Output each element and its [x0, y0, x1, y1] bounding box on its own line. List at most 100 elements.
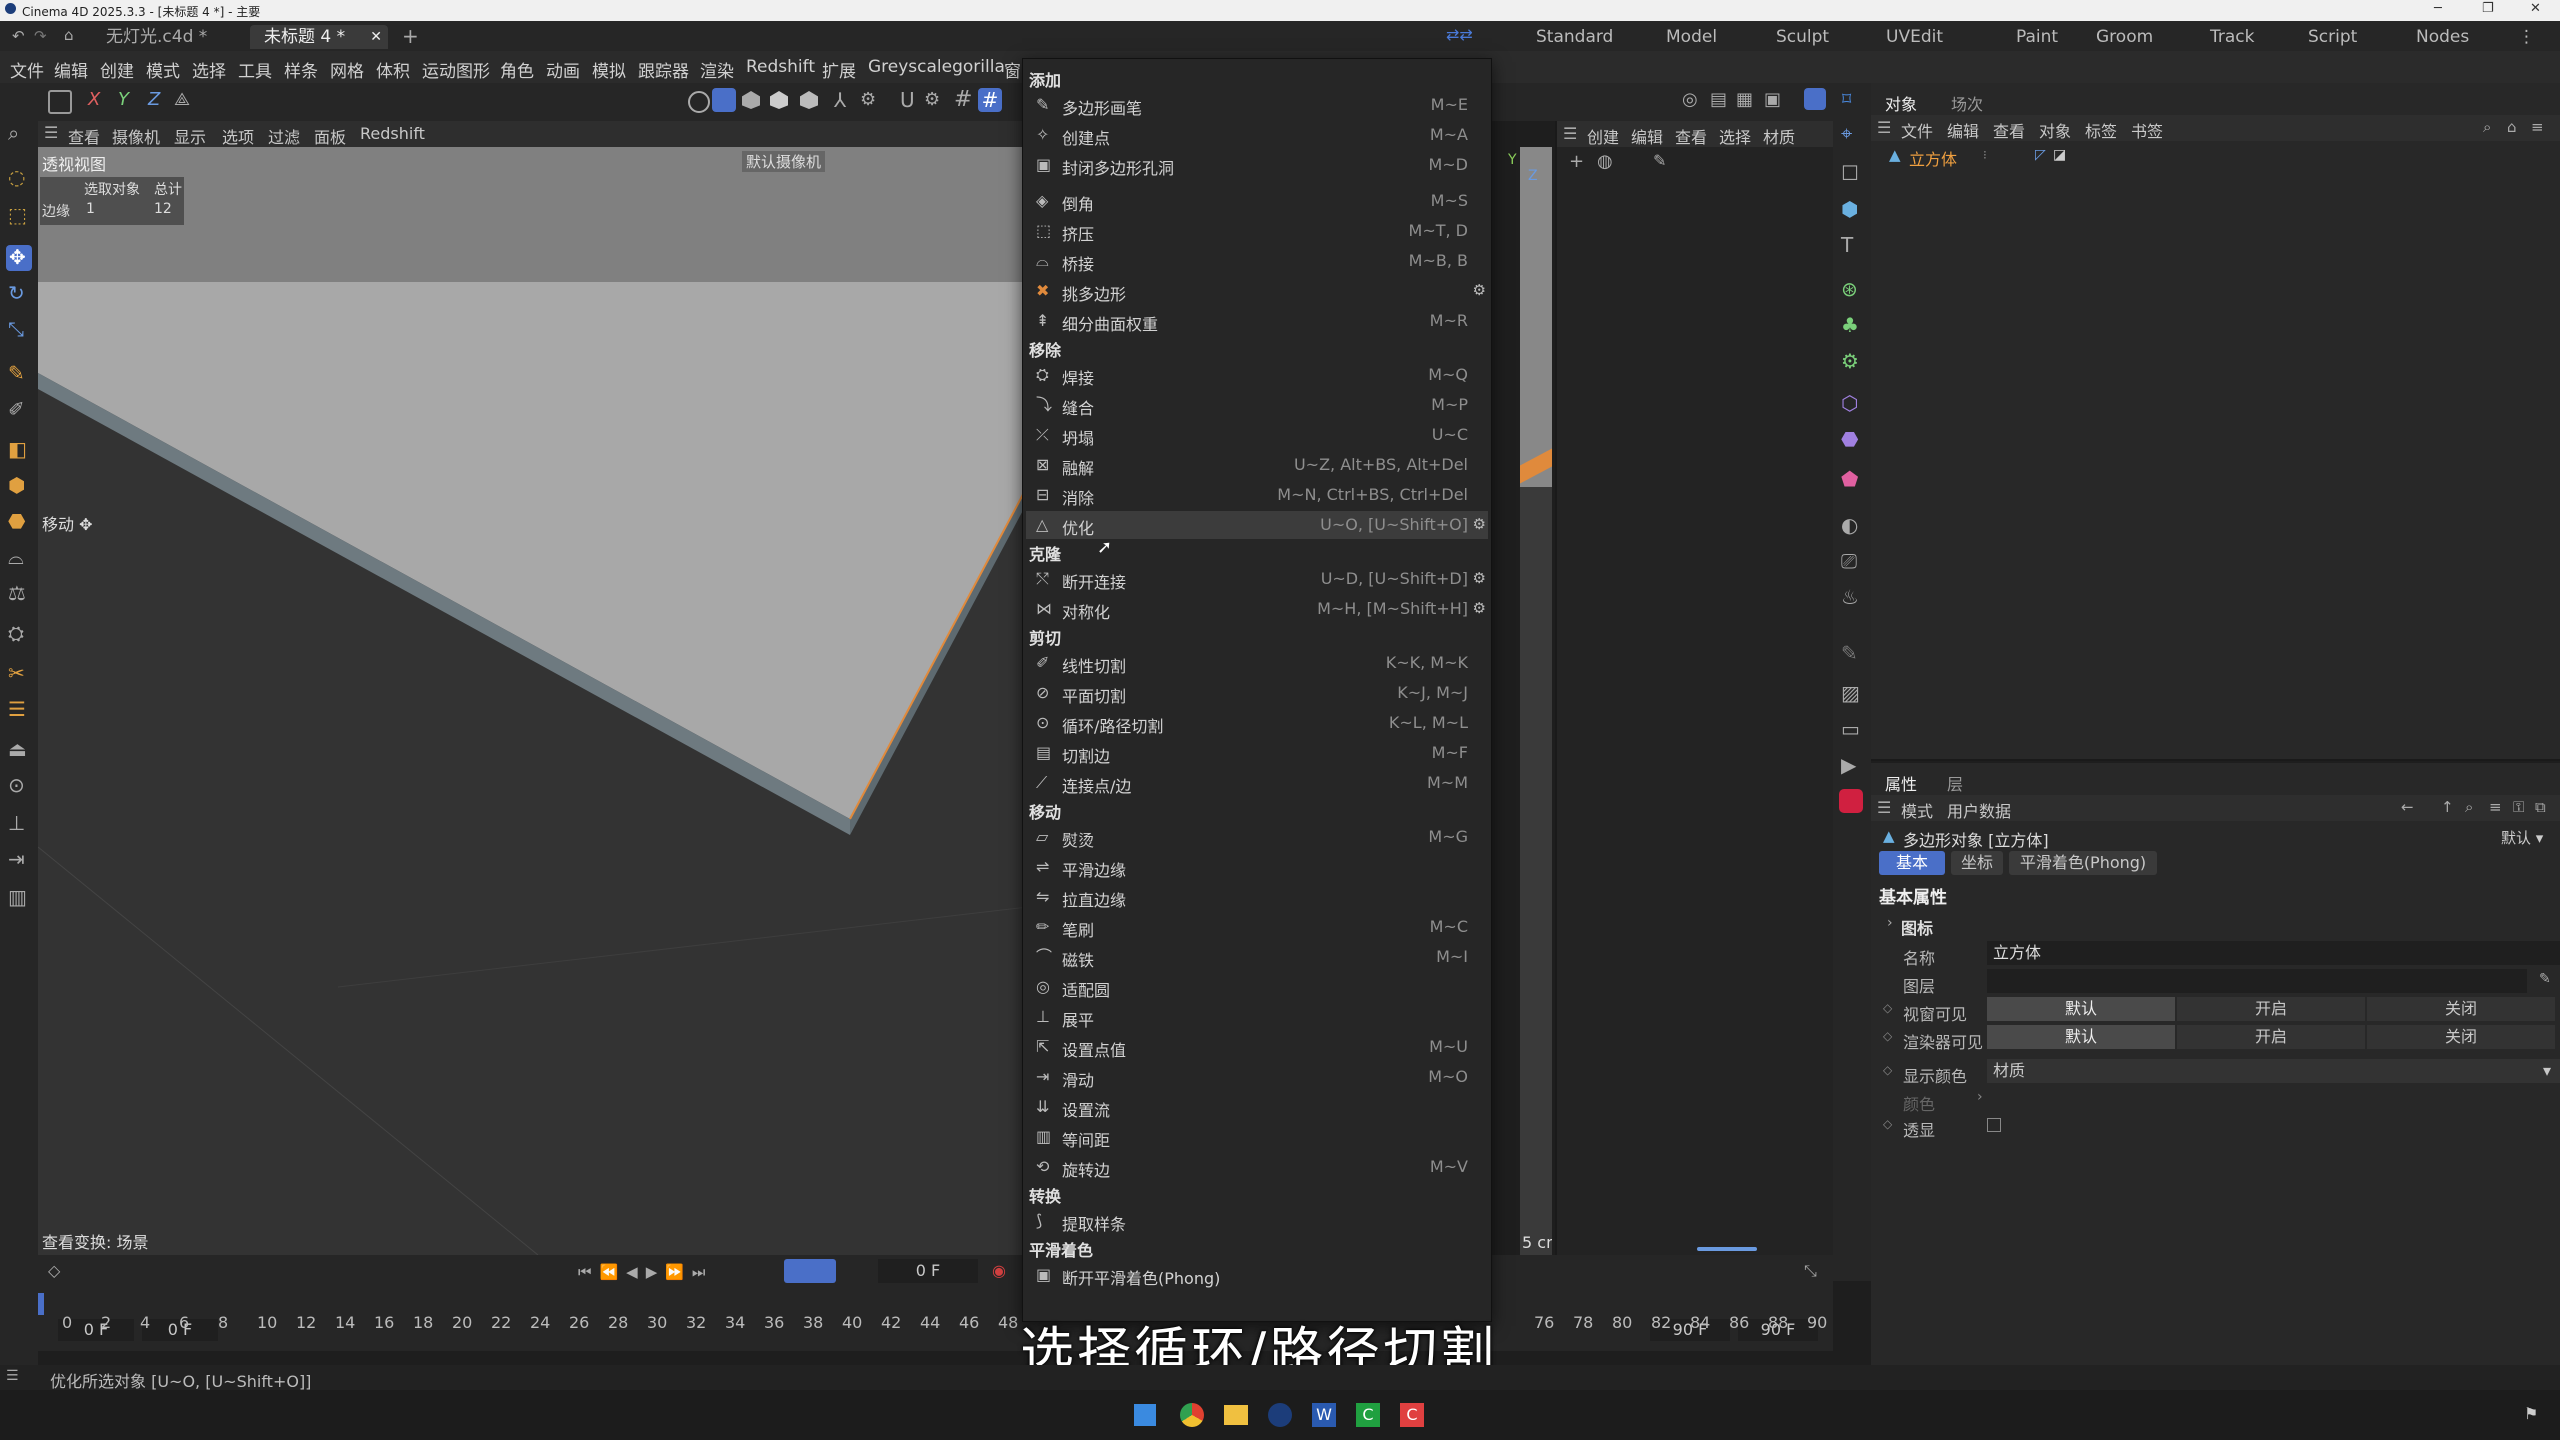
object-home-icon[interactable]: ⌂ — [2507, 118, 2517, 136]
menu-item[interactable]: ⋈ 对称化 M~H, [M~Shift+H] ⚙ — [1026, 595, 1488, 623]
object-menu-bookmarks[interactable]: 书签 — [2131, 118, 2163, 142]
object-menu-edit[interactable]: 编辑 — [1947, 118, 1979, 142]
snap-settings-icon[interactable]: ⚙ — [860, 89, 876, 110]
menu-simulate[interactable]: 模拟 — [592, 57, 626, 82]
viewport-menu-filter[interactable]: 过滤 — [268, 124, 300, 148]
deformer-icon[interactable]: ⬡ — [1841, 391, 1858, 415]
polygon-icon[interactable]: ⬢ — [8, 473, 25, 497]
tag-icon[interactable]: ◸ — [2035, 147, 2046, 163]
axis-z-button[interactable]: Z — [148, 89, 160, 110]
close-icon[interactable]: ✕ — [2530, 1, 2541, 16]
menu-item[interactable]: ⬚ 挤压 M~T, D — [1026, 217, 1488, 245]
color-expand-icon[interactable]: › — [1977, 1089, 1983, 1105]
picture-viewer-icon[interactable]: ▨ — [1841, 681, 1860, 705]
name-input[interactable]: 立方体 — [1987, 941, 2560, 965]
axis-x-button[interactable]: X — [88, 89, 100, 110]
object-menu-tags[interactable]: 标签 — [2085, 118, 2117, 142]
pen-tool-icon[interactable]: ✎ — [8, 361, 25, 385]
menu-volume[interactable]: 体积 — [376, 57, 410, 82]
menu-item[interactable]: ◈ 倒角 M~S — [1026, 187, 1488, 215]
object-menu-object[interactable]: 对象 — [2039, 118, 2071, 142]
menu-item[interactable]: ⤵ 缝合 M~P — [1026, 391, 1488, 419]
coordinate-system-icon[interactable]: ⟁ — [174, 89, 190, 110]
render-region-icon[interactable]: ▭ — [1841, 717, 1860, 741]
tab-attributes[interactable]: 属性 — [1885, 771, 1917, 795]
menu-item[interactable]: ⊘ 平面切割 K~J, M~J — [1026, 679, 1488, 707]
menu-item[interactable]: ⟆ 提取样条 — [1026, 1207, 1488, 1235]
record-options-icon[interactable] — [784, 1259, 836, 1283]
menu-render[interactable]: 渲染 — [700, 57, 734, 82]
viewport-menu-icon[interactable]: ☰ — [44, 123, 58, 142]
material-zoom-slider[interactable] — [1697, 1247, 1757, 1251]
edges-mode-icon[interactable] — [712, 88, 736, 112]
viewport-menu-cameras[interactable]: 摄像机 — [112, 124, 160, 148]
playhead[interactable] — [38, 1293, 44, 1315]
material-menu-material[interactable]: 材质 — [1763, 124, 1795, 148]
menu-tracker[interactable]: 跟踪器 — [638, 57, 689, 82]
effector-icon[interactable]: ⚙ — [1841, 349, 1859, 373]
layout-script[interactable]: Script — [2308, 25, 2357, 49]
menu-item[interactable]: ⇞ 细分曲面权重 M~R — [1026, 307, 1488, 335]
playback-controls[interactable]: ⏮⏪◀▶⏩⏭ — [578, 1263, 713, 1281]
object-menu-file[interactable]: 文件 — [1901, 118, 1933, 142]
material-menu-view[interactable]: 查看 — [1675, 124, 1707, 148]
render-queue-icon[interactable]: ▦ — [1736, 89, 1753, 110]
extrude-icon[interactable]: ⬣ — [8, 509, 25, 533]
menu-item[interactable]: ⊙ 循环/路径切割 K~L, M~L — [1026, 709, 1488, 737]
primitive-solid-icon[interactable]: ⬢ — [1841, 197, 1858, 221]
object-row-cube[interactable]: ▲ 立方体 ⁝ ◸ ◪ — [1889, 145, 2229, 169]
tab-close-icon[interactable]: ✕ — [370, 25, 382, 49]
snap-axis-icon[interactable]: ⅄ — [834, 88, 846, 112]
render-icon[interactable]: ▤ — [1710, 89, 1727, 110]
menu-item[interactable]: ⌓ 桥接 M~B, B — [1026, 247, 1488, 275]
menu-item[interactable]: ⊠ 融解 U~Z, Alt+BS, Alt+Del — [1026, 451, 1488, 479]
menu-item[interactable]: ⟲ 旋转边 M~V — [1026, 1153, 1488, 1181]
box-select-icon[interactable]: ⬚ — [8, 203, 27, 227]
points-mode-icon[interactable] — [688, 91, 710, 113]
menu-item[interactable]: ⊥ 展平 — [1026, 1003, 1488, 1031]
menu-mode[interactable]: 模式 — [146, 57, 180, 82]
cloner-icon[interactable]: ♣ — [1841, 313, 1859, 337]
material-menu-create[interactable]: 创建 — [1587, 124, 1619, 148]
menu-file[interactable]: 文件 — [10, 57, 44, 82]
menu-spline[interactable]: 样条 — [284, 57, 318, 82]
transparency-checkbox[interactable] — [1987, 1118, 2001, 1132]
menu-item[interactable]: ⤫ 坍塌 U~C — [1026, 421, 1488, 449]
layer-field[interactable] — [1987, 969, 2527, 993]
object-menu-view[interactable]: 查看 — [1993, 118, 2025, 142]
menu-item-gear-icon[interactable]: ⚙ — [1473, 281, 1486, 299]
iron-icon[interactable]: ⏏ — [8, 737, 27, 761]
knife-icon[interactable]: ✂ — [8, 661, 25, 685]
menu-item[interactable]: ✧ 创建点 M~A — [1026, 121, 1488, 149]
render-visible-default[interactable]: 默认 — [1987, 1025, 2175, 1049]
object-menu-icon[interactable]: ☰ — [1877, 118, 1891, 137]
menu-item[interactable]: ⟋ 连接点/边 M~M — [1026, 769, 1488, 797]
visibility-dots-icon[interactable]: ⁝ — [1983, 148, 1987, 162]
attribute-menu-mode[interactable]: 模式 — [1901, 798, 1933, 822]
menu-item[interactable]: ⌒ 磁铁 M~I — [1026, 943, 1488, 971]
material-menu-edit[interactable]: 编辑 — [1631, 124, 1663, 148]
search-icon[interactable]: ⌕ — [8, 121, 19, 145]
camera-object-icon[interactable]: ⎚ — [1841, 549, 1857, 573]
fit-circle-icon[interactable]: ⊙ — [8, 773, 25, 797]
status-menu-icon[interactable]: ☰ — [6, 1368, 19, 1384]
add-material-icon[interactable]: + — [1569, 151, 1584, 172]
menu-item[interactable]: ✖ 挑多边形 ⚙ — [1026, 277, 1488, 305]
menu-item-gear-icon[interactable]: ⚙ — [1473, 515, 1486, 533]
menu-item[interactable]: ▤ 切割边 M~F — [1026, 739, 1488, 767]
uv-mode-icon[interactable] — [800, 91, 818, 109]
slide-icon[interactable]: ⇥ — [8, 847, 25, 871]
menu-item[interactable]: ⇌ 平滑边缘 — [1026, 853, 1488, 881]
layout-uvedit[interactable]: UVEdit — [1886, 25, 1943, 49]
menu-character[interactable]: 角色 — [500, 57, 534, 82]
menu-mograph[interactable]: 运动图形 — [422, 57, 490, 82]
cube-icon[interactable]: ◧ — [8, 437, 27, 461]
menu-item[interactable]: ⛭ 焊接 M~Q — [1026, 361, 1488, 389]
layout-paint[interactable]: Paint — [2016, 25, 2058, 49]
polygons-mode-icon[interactable] — [742, 91, 760, 109]
primitive-cube-icon[interactable]: ☐ — [1841, 161, 1859, 185]
keyframe-icon[interactable]: ◇ — [48, 1261, 60, 1280]
save-icon[interactable] — [48, 90, 72, 114]
generator-icon[interactable]: ⊛ — [1841, 277, 1858, 301]
object-search-icon[interactable]: ⌕ — [2483, 118, 2491, 136]
